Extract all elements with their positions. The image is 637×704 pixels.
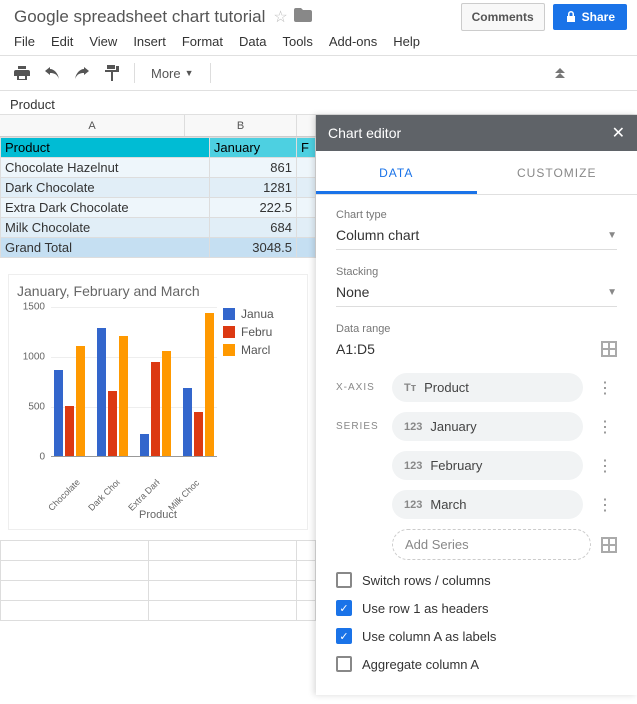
menu-help[interactable]: Help	[393, 34, 420, 49]
select-range-icon[interactable]	[601, 341, 617, 357]
series-chip[interactable]: 123February	[392, 451, 583, 480]
more-menu-icon[interactable]: ⋮	[593, 495, 617, 515]
table-row[interactable]: Chocolate Hazelnut861	[1, 158, 316, 178]
data-range-label: Data range	[336, 323, 617, 335]
table-row-total[interactable]: Grand Total3048.5	[1, 238, 316, 258]
redo-icon[interactable]	[70, 61, 94, 85]
number-type-icon: 123	[404, 421, 422, 433]
table-row[interactable]: Milk Chocolate684	[1, 218, 316, 238]
col-header-c-partial[interactable]	[297, 115, 316, 136]
menu-edit[interactable]: Edit	[51, 34, 73, 49]
more-menu-icon[interactable]: ⋮	[593, 417, 617, 437]
table-row[interactable]	[1, 601, 316, 621]
collapse-toolbar-icon[interactable]	[553, 65, 567, 81]
more-menu-icon[interactable]: ⋮	[593, 456, 617, 476]
comments-button[interactable]: Comments	[461, 3, 545, 31]
number-type-icon: 123	[404, 460, 422, 472]
menu-format[interactable]: Format	[182, 34, 223, 49]
stacking-label: Stacking	[336, 266, 617, 278]
stacking-select[interactable]: None▼	[336, 284, 617, 307]
panel-title: Chart editor	[328, 125, 401, 141]
text-type-icon: Tᴛ	[404, 382, 416, 394]
paint-format-icon[interactable]	[100, 61, 124, 85]
doc-title[interactable]: Google spreadsheet chart tutorial	[14, 7, 265, 27]
series-chip[interactable]: 123January	[392, 412, 583, 441]
chart[interactable]: January, February and March 050010001500…	[8, 274, 308, 530]
col-header-a[interactable]: A	[0, 115, 185, 136]
menu-tools[interactable]: Tools	[282, 34, 312, 49]
series-label: SERIES	[336, 421, 382, 432]
table-row[interactable]	[1, 581, 316, 601]
data-range-input[interactable]: A1:D5	[336, 341, 375, 357]
checkbox-checked-icon: ✓	[336, 628, 352, 644]
table-row[interactable]	[1, 541, 316, 561]
x-axis-chip[interactable]: TᴛProduct	[392, 373, 583, 402]
share-button[interactable]: Share	[553, 4, 627, 30]
switch-rows-columns-checkbox[interactable]: Switch rows / columns	[336, 572, 617, 588]
use-columnA-labels-checkbox[interactable]: ✓Use column A as labels	[336, 628, 617, 644]
more-button[interactable]: More ▼	[145, 66, 200, 81]
name-box[interactable]: Product	[0, 91, 637, 115]
chevron-down-icon: ▼	[607, 287, 617, 298]
use-row1-headers-checkbox[interactable]: ✓Use row 1 as headers	[336, 600, 617, 616]
number-type-icon: 123	[404, 499, 422, 511]
checkbox-icon	[336, 656, 352, 672]
table-row[interactable]: Dark Chocolate1281	[1, 178, 316, 198]
table-row[interactable]	[1, 561, 316, 581]
menu-insert[interactable]: Insert	[133, 34, 166, 49]
add-series-button[interactable]: Add Series	[392, 529, 591, 560]
chart-x-axis-title: Product	[17, 509, 299, 521]
undo-icon[interactable]	[40, 61, 64, 85]
folder-icon[interactable]	[294, 8, 312, 27]
print-icon[interactable]	[10, 61, 34, 85]
menu-data[interactable]: Data	[239, 34, 266, 49]
spreadsheet[interactable]: A B Product January F Chocolate Hazelnut…	[0, 115, 316, 695]
select-range-icon[interactable]	[601, 537, 617, 553]
close-icon[interactable]: ✕	[612, 123, 625, 143]
tab-data[interactable]: DATA	[316, 151, 477, 194]
aggregate-columnA-checkbox[interactable]: Aggregate column A	[336, 656, 617, 672]
menubar: File Edit View Insert Format Data Tools …	[0, 30, 637, 55]
chart-type-label: Chart type	[336, 209, 617, 221]
menu-addons[interactable]: Add-ons	[329, 34, 377, 49]
chart-title: January, February and March	[17, 283, 299, 299]
chart-type-select[interactable]: Column chart▼	[336, 227, 617, 250]
series-chip[interactable]: 123March	[392, 490, 583, 519]
checkbox-icon	[336, 572, 352, 588]
table-row[interactable]: Product January F	[1, 138, 316, 158]
menu-view[interactable]: View	[89, 34, 117, 49]
tab-customize[interactable]: CUSTOMIZE	[477, 151, 637, 194]
col-header-b[interactable]: B	[185, 115, 297, 136]
table-row[interactable]: Extra Dark Chocolate222.5	[1, 198, 316, 218]
lock-icon	[565, 11, 577, 23]
star-icon[interactable]: ☆	[273, 7, 287, 27]
chart-editor-panel: Chart editor ✕ DATA CUSTOMIZE Chart type…	[316, 115, 637, 695]
checkbox-checked-icon: ✓	[336, 600, 352, 616]
chevron-down-icon: ▼	[607, 230, 617, 241]
chart-legend: JanuaFebruMarcl	[217, 307, 299, 487]
toolbar: More ▼	[0, 55, 637, 91]
more-menu-icon[interactable]: ⋮	[593, 378, 617, 398]
x-axis-label: X-AXIS	[336, 382, 382, 393]
menu-file[interactable]: File	[14, 34, 35, 49]
